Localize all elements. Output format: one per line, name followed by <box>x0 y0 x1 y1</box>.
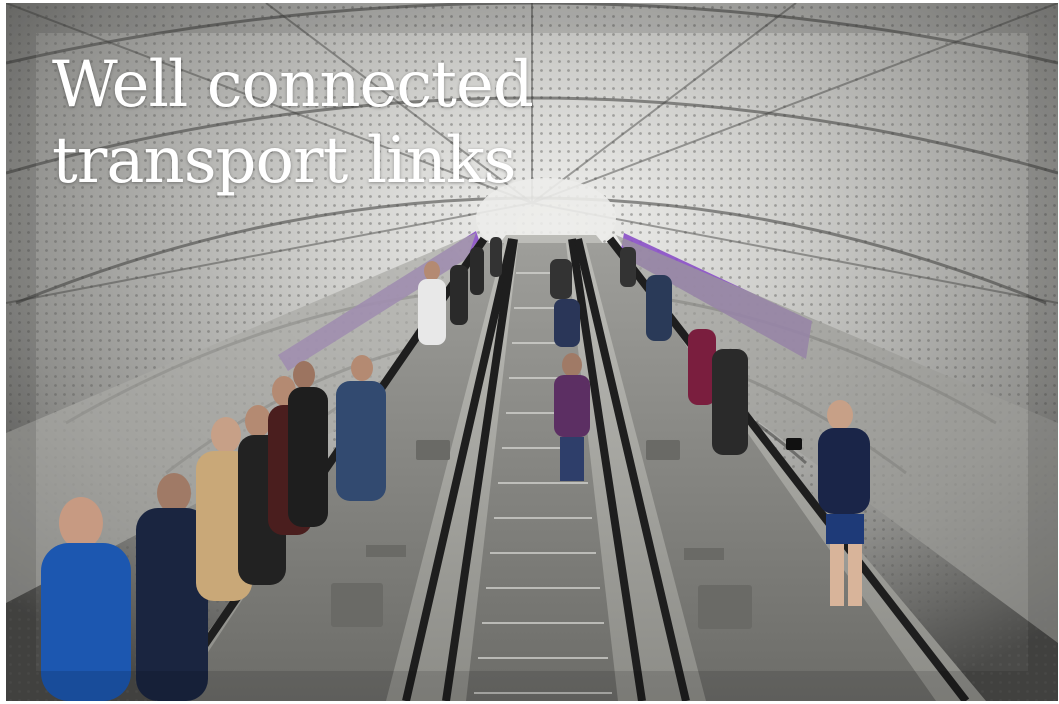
headline-line-2: transport links <box>52 124 516 198</box>
escalator-tunnel-photo: Well connected transport links <box>6 3 1058 701</box>
headline-line-1: Well connected <box>52 48 534 122</box>
headline: Well connected transport links <box>52 47 534 199</box>
